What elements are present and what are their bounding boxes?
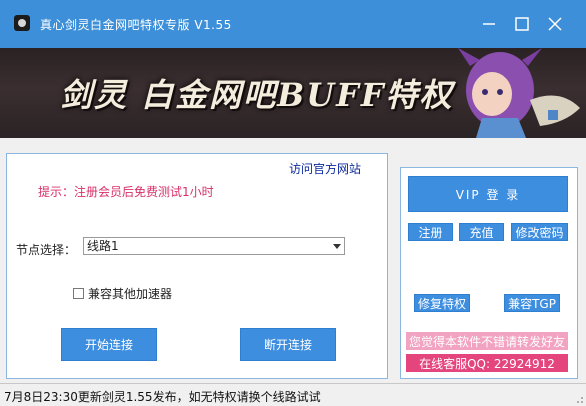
maximize-button[interactable] bbox=[508, 10, 536, 38]
customer-service-banner[interactable]: 在线客服QQ: 22924912 bbox=[406, 354, 568, 372]
banner-title: 剑灵 白金网吧BUFF特权 bbox=[60, 76, 454, 114]
window-title: 真心剑灵白金网吧特权专版 V1.55 bbox=[40, 18, 232, 32]
maximize-icon bbox=[515, 17, 529, 31]
share-banner[interactable]: 您觉得本软件不错请转发好友 bbox=[406, 332, 568, 350]
vip-login-button[interactable]: VIP 登 录 bbox=[408, 176, 568, 212]
official-site-link[interactable]: 访问官方网站 bbox=[289, 160, 361, 177]
change-password-button[interactable]: 修改密码 bbox=[511, 223, 568, 241]
compat-accelerator-label: 兼容其他加速器 bbox=[88, 287, 173, 301]
fix-privilege-button[interactable]: 修复特权 bbox=[414, 294, 470, 312]
close-button[interactable] bbox=[541, 10, 569, 38]
start-connect-button[interactable]: 开始连接 bbox=[61, 328, 157, 361]
recharge-button[interactable]: 充值 bbox=[459, 223, 504, 241]
compat-tgp-button[interactable]: 兼容TGP bbox=[504, 294, 560, 312]
minimize-button[interactable] bbox=[475, 10, 503, 38]
minimize-icon bbox=[483, 23, 495, 25]
app-icon bbox=[14, 15, 30, 31]
node-select-value: 线路1 bbox=[87, 239, 119, 253]
compat-accelerator-checkbox[interactable] bbox=[73, 288, 84, 299]
node-select-label: 节点选择： bbox=[16, 243, 77, 257]
chevron-down-icon bbox=[333, 244, 341, 249]
hint-text: 提示：注册会员后免费测试1小时 bbox=[38, 185, 214, 199]
title-bar: 真心剑灵白金网吧特权专版 V1.55 bbox=[0, 0, 586, 48]
close-icon bbox=[548, 17, 562, 31]
status-text: 7月8日23:30更新剑灵1.55发布，如无特权请换个线路试试 bbox=[4, 390, 321, 404]
node-select[interactable]: 线路1 bbox=[83, 237, 345, 255]
mascot-illustration bbox=[458, 48, 580, 138]
status-bar: 7月8日23:30更新剑灵1.55发布，如无特权请换个线路试试 bbox=[0, 383, 586, 406]
resize-grip-icon[interactable] bbox=[574, 394, 584, 404]
disconnect-button[interactable]: 断开连接 bbox=[240, 328, 336, 361]
compat-accelerator-row[interactable]: 兼容其他加速器 bbox=[73, 285, 172, 302]
register-button[interactable]: 注册 bbox=[408, 223, 453, 241]
banner: 剑灵 白金网吧BUFF特权 bbox=[0, 48, 586, 138]
